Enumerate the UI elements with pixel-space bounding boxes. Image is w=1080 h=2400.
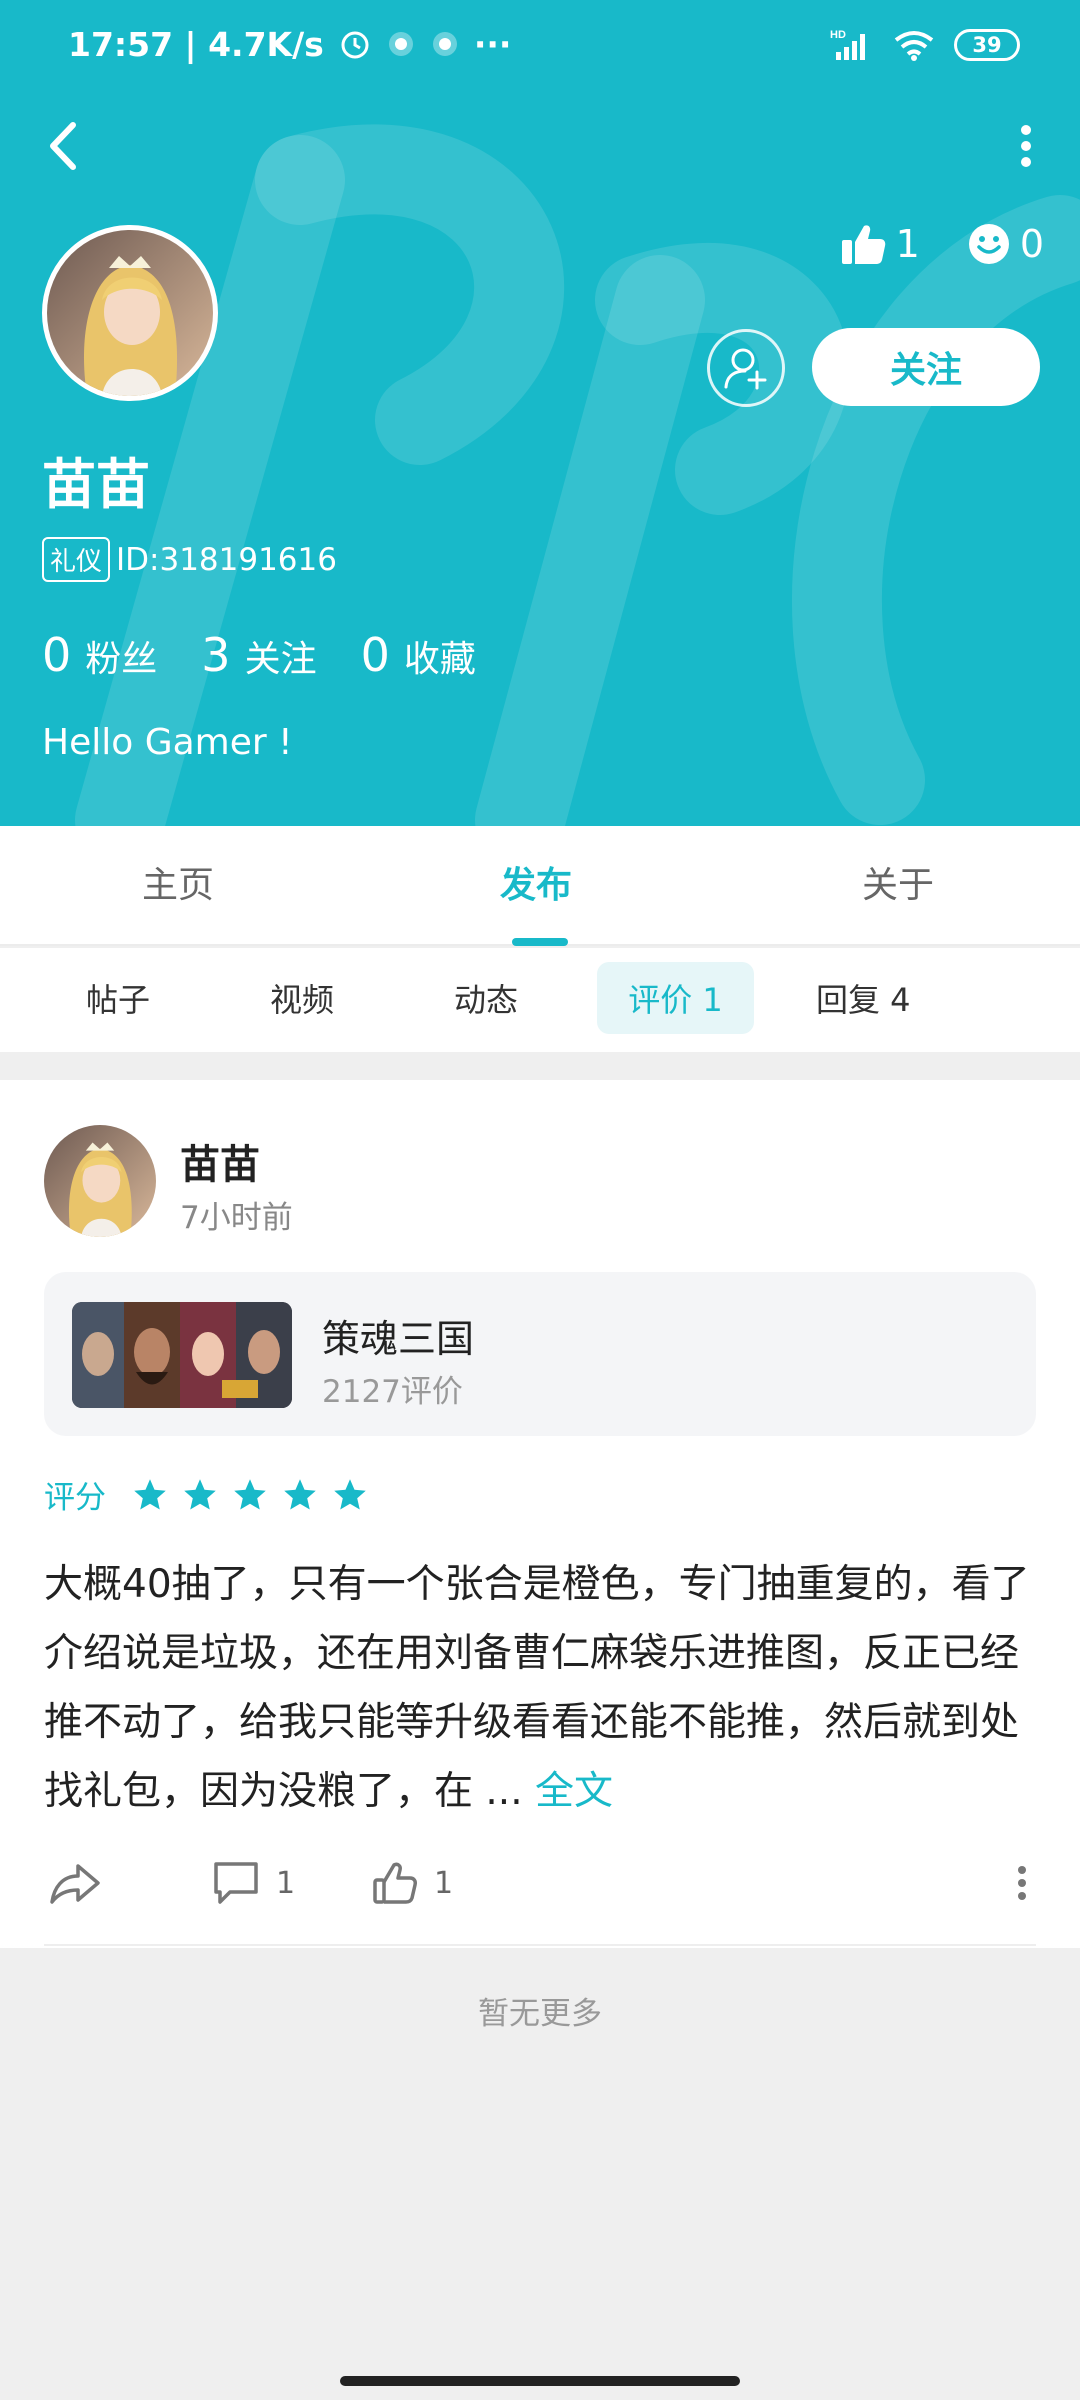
follow-button[interactable]: 关注 (812, 328, 1040, 406)
game-name: 策魂三国 (322, 1317, 475, 1361)
home-indicator[interactable] (340, 2376, 740, 2386)
status-bar: 17:57 | 4.7K/s ··· HD 39 (0, 0, 1080, 90)
profile-id: ID:318191616 (116, 541, 337, 578)
subtab-replies[interactable]: 回复 4 (780, 962, 947, 1034)
full-text-link[interactable]: 全文 (535, 1769, 613, 1814)
user-badge: 礼仪 (42, 537, 111, 582)
chevron-left-icon (50, 122, 76, 170)
profile-smiles[interactable]: 0 (968, 222, 1044, 266)
profile-smile-count: 0 (1019, 222, 1044, 266)
fans-stat[interactable]: 0 粉丝 (42, 628, 157, 682)
game-review-count: 2127评价 (322, 1374, 463, 1410)
profile-bio: Hello Gamer ! (42, 722, 293, 763)
thumbs-up-icon (841, 225, 885, 264)
review-text[interactable]: 大概40抽了，只有一个张合是橙色，专门抽重复的，看了介绍说是垃圾，还在用刘备曹仁… (44, 1550, 1044, 1826)
post-author-name[interactable]: 苗苗 (180, 1132, 260, 1190)
favorites-label: 收藏 (403, 639, 476, 680)
follow-stats: 0 粉丝 3 关注 0 收藏 (42, 628, 476, 682)
comment-icon (214, 1862, 258, 1904)
interaction-stats: 1 0 (840, 222, 1044, 266)
post-timestamp: 7小时前 (180, 1200, 293, 1236)
status-time-speed: 17:57 | 4.7K/s (68, 24, 324, 64)
add-friend-button[interactable] (707, 329, 785, 407)
network-tag: HD (830, 29, 846, 41)
main-tab-bar: 主页 发布 关于 (0, 826, 1080, 946)
app-notification-icon-2 (430, 29, 460, 59)
tab-about[interactable]: 关于 (862, 856, 934, 908)
smile-icon (968, 224, 1009, 264)
post-more-button[interactable] (1016, 1848, 1028, 1918)
more-vertical-icon (1018, 1866, 1026, 1900)
subtab-reviews[interactable]: 评价 1 (597, 962, 754, 1034)
signal-icon: HD (830, 28, 874, 62)
subtab-moments[interactable]: 动态 (418, 962, 554, 1034)
tab-home[interactable]: 主页 (142, 856, 214, 908)
star-icon (284, 1478, 316, 1510)
profile-like-count: 1 (895, 222, 920, 266)
sub-tab-bar: 帖子 视频 动态 评价 1 回复 4 (0, 948, 1080, 1052)
following-stat[interactable]: 3 关注 (201, 628, 316, 682)
like-count: 1 (434, 1865, 454, 1901)
profile-likes[interactable]: 1 (840, 222, 920, 266)
comment-button[interactable]: 1 (212, 1848, 295, 1918)
more-options-button[interactable] (1002, 115, 1050, 177)
watermark-logo (75, 124, 1080, 826)
more-vertical-icon (1021, 125, 1031, 167)
profile-header: 17:57 | 4.7K/s ··· HD 39 1 0 关注 苗苗 礼仪 ID… (0, 0, 1080, 826)
rating-stars (132, 1477, 368, 1513)
app-notification-icon (386, 29, 416, 59)
subtab-posts[interactable]: 帖子 (50, 962, 186, 1034)
comment-count: 1 (276, 1865, 296, 1901)
game-link-card[interactable]: 策魂三国 2127评价 (44, 1272, 1036, 1436)
subtab-videos[interactable]: 视频 (234, 962, 370, 1034)
back-button[interactable] (38, 115, 86, 177)
like-button[interactable]: 1 (372, 1848, 453, 1918)
status-more: ··· (473, 24, 512, 64)
following-count: 3 (201, 628, 231, 682)
review-card: 苗苗 7小时前 策魂三国 2127评价 评分 大概40抽了，只有一个张合是橙色，… (0, 1080, 1080, 1948)
battery-indicator: 39 (954, 29, 1020, 61)
profile-id-row: 礼仪 ID:318191616 (42, 537, 337, 582)
fans-count: 0 (42, 628, 72, 682)
divider (44, 1944, 1036, 1946)
rating-label: 评分 (44, 1480, 106, 1516)
favorites-count: 0 (360, 628, 390, 682)
tab-active-indicator (512, 938, 568, 946)
tab-publish[interactable]: 发布 (500, 856, 572, 908)
add-user-icon (724, 348, 767, 390)
post-actions: 1 1 (0, 1848, 1080, 1918)
star-icon (334, 1478, 366, 1510)
no-more-text: 暂无更多 (478, 1996, 602, 2032)
thumbs-up-outline-icon (373, 1862, 417, 1904)
share-button[interactable] (48, 1848, 102, 1918)
share-icon (50, 1864, 100, 1904)
alarm-icon (338, 27, 372, 61)
wifi-icon (892, 28, 936, 62)
post-author-avatar[interactable] (44, 1125, 156, 1237)
profile-avatar[interactable] (42, 225, 218, 401)
profile-name: 苗苗 (42, 453, 150, 516)
fans-label: 粉丝 (85, 639, 158, 680)
star-icon (184, 1478, 216, 1510)
rating-row: 评分 (44, 1472, 368, 1517)
game-cover-image (72, 1302, 292, 1408)
star-icon (234, 1478, 266, 1510)
favorites-stat[interactable]: 0 收藏 (361, 628, 476, 682)
following-label: 关注 (244, 639, 317, 680)
star-icon (134, 1478, 166, 1510)
